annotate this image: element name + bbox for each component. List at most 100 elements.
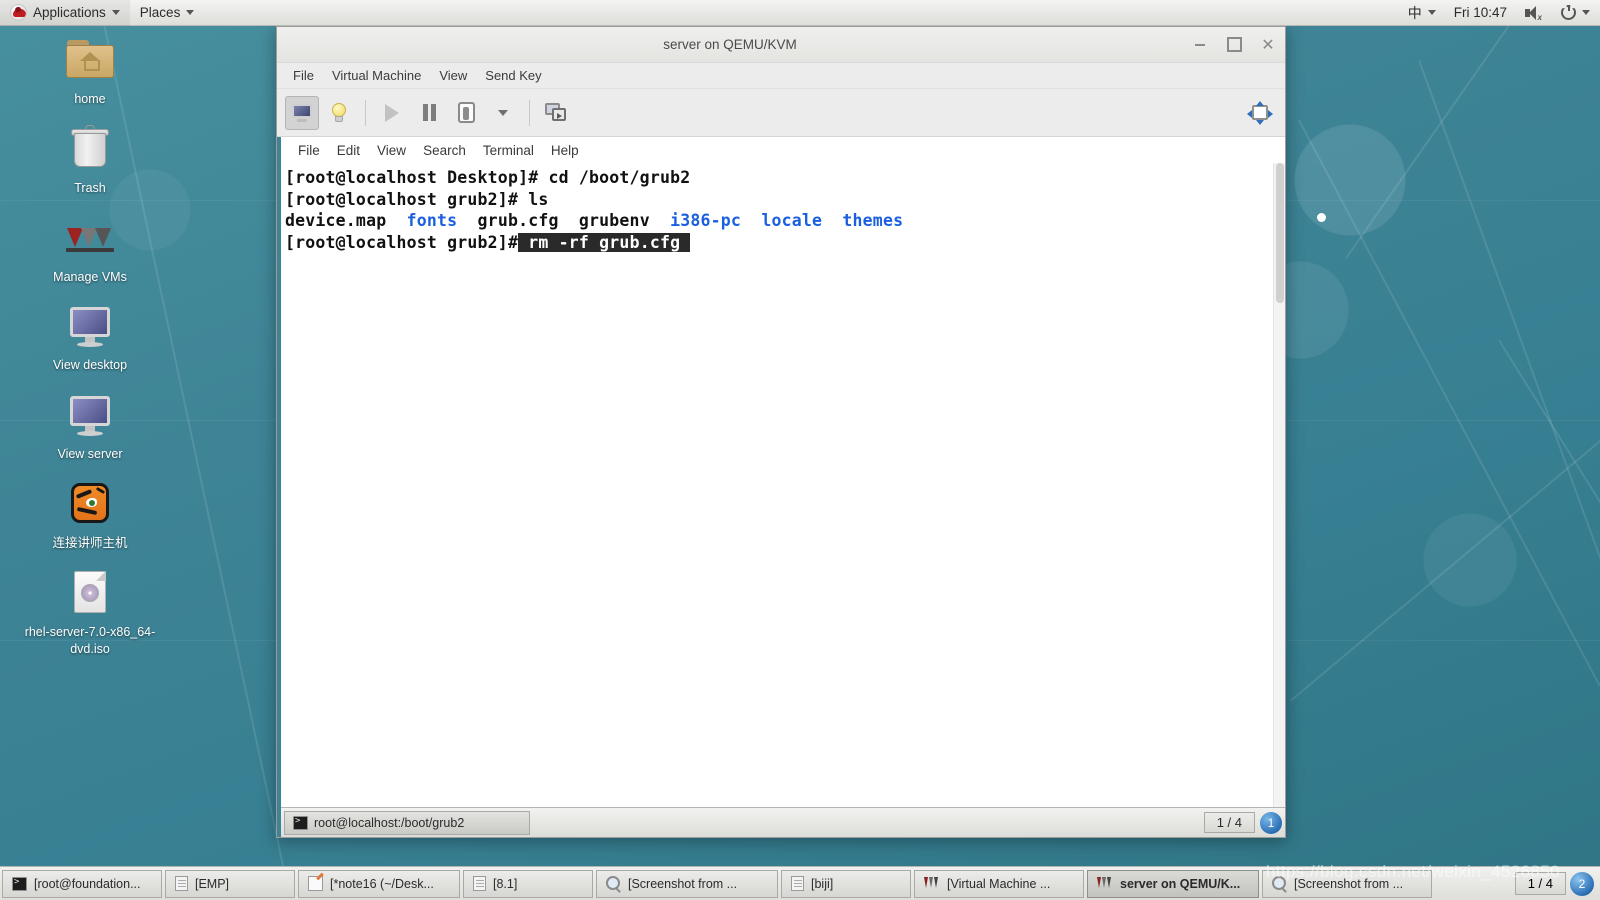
terminal-text: [root@localhost grub2]# <box>285 232 519 252</box>
monitor-icon <box>64 389 116 441</box>
terminal-directory-name: i386-pc <box>670 211 742 230</box>
tigervnc-icon <box>64 478 116 530</box>
taskbar-item-virtual-machine-manager[interactable]: [Virtual Machine ... <box>914 869 1084 898</box>
desktop-icon-label: home <box>74 92 106 106</box>
menu-file[interactable]: File <box>285 65 322 86</box>
terminal-icon <box>12 876 27 891</box>
vm-toolbar <box>277 89 1285 137</box>
toolbar-right-group <box>1243 96 1277 130</box>
guest-taskbar-item-terminal[interactable]: root@localhost:/boot/grub2 <box>284 810 530 835</box>
terminal-text: device.map <box>285 211 407 230</box>
minimize-button[interactable] <box>1183 31 1217 59</box>
terminal-menu-search[interactable]: Search <box>416 141 473 160</box>
desktop-icon-trash[interactable]: Trash <box>0 123 180 198</box>
virt-manager-icon <box>1097 877 1113 890</box>
desktop-icon-view-desktop[interactable]: View desktop <box>0 300 180 375</box>
fullscreen-button[interactable] <box>1243 96 1277 130</box>
applications-label: Applications <box>33 5 106 20</box>
terminal-menu-help[interactable]: Help <box>544 141 586 160</box>
host-workspace-pager[interactable]: 1 / 4 <box>1514 872 1566 895</box>
show-details-button[interactable] <box>322 96 356 130</box>
desktop-icon-home[interactable]: home <box>0 34 180 109</box>
fullscreen-resize-icon <box>1247 100 1273 125</box>
terminal-text: [root@localhost grub2]# ls <box>285 189 549 209</box>
taskbar-item-8-1[interactable]: [8.1] <box>463 869 593 898</box>
desktop-icon-manage-vms[interactable]: Manage VMs <box>0 212 180 287</box>
terminal-text: grub.cfg grubenv <box>457 211 671 230</box>
document-icon <box>791 876 804 891</box>
terminal-menu-terminal[interactable]: Terminal <box>476 141 541 160</box>
desktop-icon-view-server[interactable]: View server <box>0 389 180 464</box>
taskbar-item-label: [root@foundation... <box>34 876 141 891</box>
desktop-icon-rhel-iso[interactable]: rhel-server-7.0-x86_64-dvd.iso <box>0 567 180 660</box>
taskbar-item-emp[interactable]: [EMP] <box>165 869 295 898</box>
clock[interactable]: Fri 10:47 <box>1446 0 1515 26</box>
play-icon <box>385 103 399 122</box>
menu-view[interactable]: View <box>431 65 475 86</box>
maximize-button[interactable] <box>1217 31 1251 59</box>
taskbar-item-screenshot-1[interactable]: [Screenshot from ... <box>596 869 778 898</box>
desktop-icon-connect-instructor[interactable]: 连接讲师主机 <box>0 478 180 553</box>
taskbar-item-label: [biji] <box>811 876 834 891</box>
shutdown-icon <box>457 102 475 123</box>
taskbar-item-biji[interactable]: [biji] <box>781 869 911 898</box>
window-titlebar[interactable]: server on QEMU/KVM ✕ <box>277 27 1285 63</box>
run-button[interactable] <box>375 96 409 130</box>
taskbar-item-note16[interactable]: [*note16 (~/Desk... <box>298 869 460 898</box>
host-workspace-badge[interactable]: 2 <box>1570 871 1594 896</box>
document-icon <box>473 876 486 891</box>
guest-taskbar-right: 1 / 4 1 <box>1203 811 1282 834</box>
menu-virtual-machine[interactable]: Virtual Machine <box>324 65 429 86</box>
virt-manager-icon <box>64 212 116 264</box>
desktop-icon-label: Trash <box>74 180 106 195</box>
toolbar-separator <box>365 99 366 126</box>
taskbar-item-label: [Screenshot from ... <box>1294 876 1404 891</box>
toolbar-separator <box>529 99 530 126</box>
input-method-label: 中 <box>1407 5 1422 22</box>
guest-viewport[interactable]: File Edit View Search Terminal Help [roo… <box>277 137 1285 837</box>
pause-button[interactable] <box>412 96 446 130</box>
terminal-line: [root@localhost grub2]# rm -rf grub.cfg <box>285 232 1285 254</box>
guest-terminal-window: File Edit View Search Terminal Help [roo… <box>281 137 1285 807</box>
editor-icon <box>308 876 323 891</box>
taskbar-item-screenshot-2[interactable]: [Screenshot from ... <box>1262 869 1432 898</box>
taskbar-item-label: [Virtual Machine ... <box>947 876 1051 891</box>
guest-taskbar-item-label: root@localhost:/boot/grub2 <box>314 815 465 830</box>
snapshots-button[interactable] <box>539 96 573 130</box>
trash-icon <box>64 123 116 175</box>
vm-menubar: File Virtual Machine View Send Key <box>277 63 1285 89</box>
clock-label: Fri 10:47 <box>1453 5 1507 20</box>
applications-menu[interactable]: Applications <box>0 0 130 26</box>
guest-taskbar: root@localhost:/boot/grub2 1 / 4 1 <box>281 807 1285 837</box>
close-icon: ✕ <box>1261 35 1275 54</box>
host-taskbar-right: 1 / 4 2 <box>1514 871 1598 896</box>
close-button[interactable]: ✕ <box>1251 31 1285 59</box>
volume-muted-icon[interactable]: x <box>1515 0 1551 26</box>
taskbar-item-server-on-qemu-kvm[interactable]: server on QEMU/K... <box>1087 869 1259 898</box>
guest-workspace-badge[interactable]: 1 <box>1260 811 1282 834</box>
screenshot-icon <box>606 876 621 891</box>
guest-workspace-pager[interactable]: 1 / 4 <box>1203 812 1255 833</box>
terminal-line: device.map fonts grub.cfg grubenv i386-p… <box>285 210 1285 232</box>
terminal-menu-view[interactable]: View <box>370 141 413 160</box>
shutdown-dropdown[interactable] <box>486 96 520 130</box>
terminal-body[interactable]: [root@localhost Desktop]# cd /boot/grub2… <box>281 163 1285 807</box>
taskbar-item-root-foundation[interactable]: [root@foundation... <box>2 869 162 898</box>
chevron-down-icon <box>186 10 195 15</box>
places-menu[interactable]: Places <box>130 0 205 26</box>
monitor-icon <box>291 103 313 122</box>
terminal-icon <box>293 815 308 830</box>
terminal-scrollbar[interactable] <box>1273 163 1285 807</box>
show-console-button[interactable] <box>285 95 319 130</box>
monitor-icon <box>64 300 116 352</box>
menu-send-key[interactable]: Send Key <box>477 65 549 86</box>
scrollbar-thumb[interactable] <box>1276 163 1284 303</box>
input-method-indicator[interactable]: 中 <box>1398 0 1446 26</box>
system-menu[interactable] <box>1551 0 1600 26</box>
shutdown-button[interactable] <box>449 96 483 130</box>
taskbar-item-label: server on QEMU/K... <box>1120 876 1241 891</box>
terminal-menu-file[interactable]: File <box>291 141 327 160</box>
pause-icon <box>422 104 436 121</box>
terminal-menu-edit[interactable]: Edit <box>330 141 367 160</box>
